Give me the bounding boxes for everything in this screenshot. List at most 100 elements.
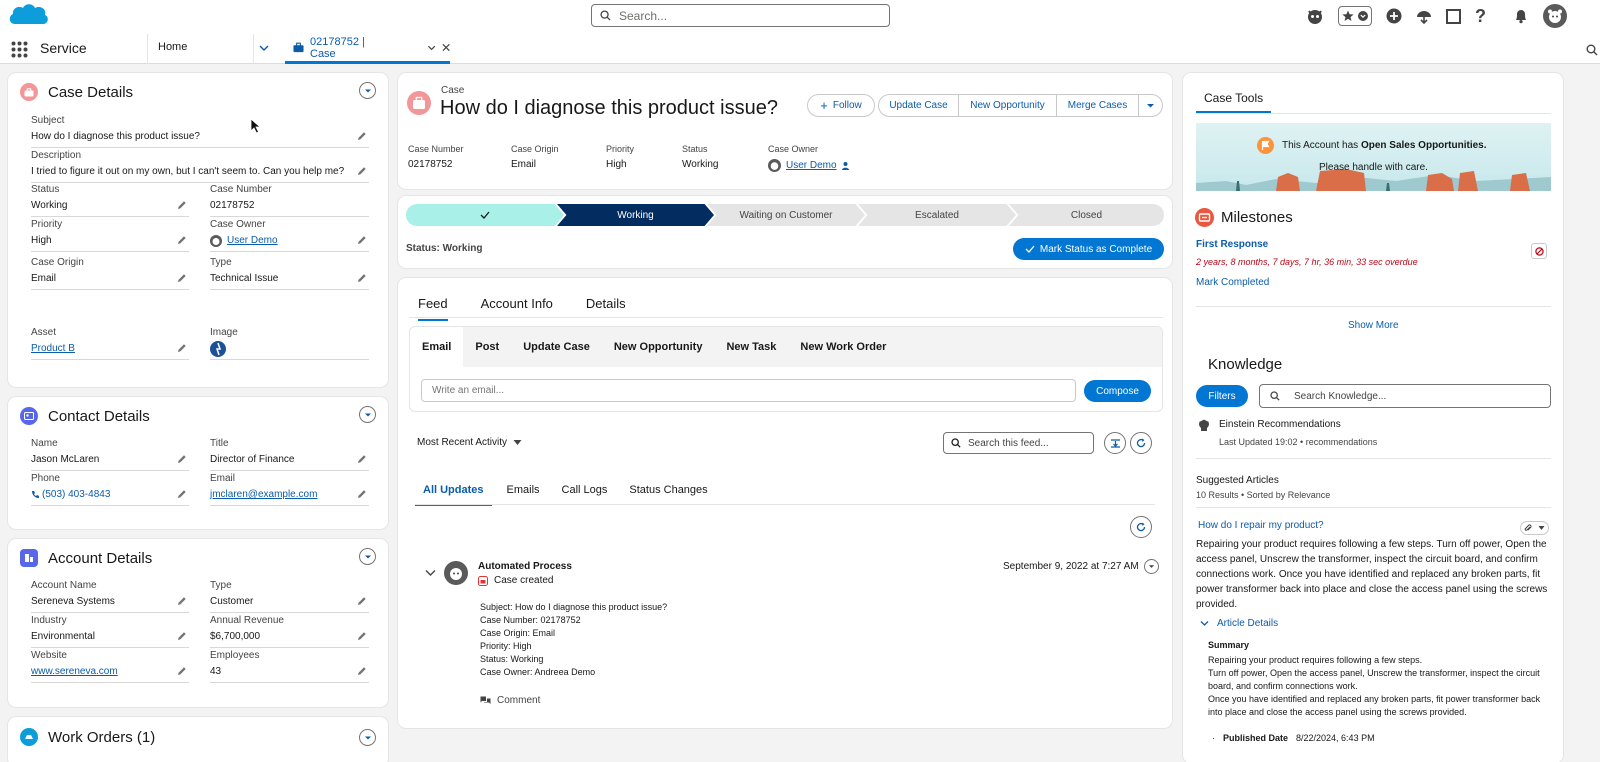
field-value: Sereneva Systems	[31, 595, 189, 613]
collapse-all-button[interactable]	[1104, 432, 1126, 454]
article-title-link[interactable]: How do I repair my product?	[1198, 520, 1324, 531]
edit-pencil-icon[interactable]	[177, 343, 187, 353]
publisher-tab-new-task[interactable]: New Task	[714, 327, 788, 367]
refresh-button[interactable]	[1130, 516, 1152, 538]
edit-pencil-icon[interactable]	[357, 666, 367, 676]
edit-pencil-icon[interactable]	[357, 273, 367, 283]
merge-cases-button[interactable]: Merge Cases	[1056, 94, 1139, 117]
card-menu-button[interactable]	[359, 82, 376, 99]
case-owner-link[interactable]: User Demo	[786, 160, 837, 171]
update-case-button[interactable]: Update Case	[878, 94, 959, 117]
search-icon[interactable]	[1586, 44, 1598, 56]
close-icon[interactable]	[442, 43, 450, 52]
edit-pencil-icon[interactable]	[177, 200, 187, 210]
filter-all-updates[interactable]: All Updates	[415, 484, 492, 506]
search-icon	[600, 10, 611, 21]
chevron-down-icon[interactable]	[427, 43, 436, 53]
edit-pencil-icon[interactable]	[357, 454, 367, 464]
edit-pencil-icon[interactable]	[177, 596, 187, 606]
feed-item-menu[interactable]	[1144, 559, 1159, 574]
notifications-bell-icon[interactable]	[1513, 8, 1529, 24]
follow-button[interactable]: + Follow	[807, 94, 875, 117]
edit-pencil-icon[interactable]	[357, 489, 367, 499]
refresh-feed-button[interactable]	[1130, 432, 1152, 454]
app-launcher-icon[interactable]	[11, 41, 28, 58]
filter-call-logs[interactable]: Call Logs	[562, 484, 608, 506]
edit-pencil-icon[interactable]	[177, 235, 187, 245]
edit-pencil-icon[interactable]	[177, 666, 187, 676]
caret-down-icon	[513, 440, 522, 445]
feed-search-input[interactable]: Search this feed...	[943, 432, 1094, 454]
setup-square-icon[interactable]	[1446, 8, 1461, 24]
add-icon[interactable]	[1386, 8, 1402, 24]
edit-pencil-icon[interactable]	[357, 131, 367, 141]
publisher-tab-new-opportunity[interactable]: New Opportunity	[602, 327, 715, 367]
filter-emails[interactable]: Emails	[507, 484, 540, 506]
card-menu-button[interactable]	[359, 729, 376, 746]
favorites-button[interactable]	[1338, 6, 1372, 26]
filter-status-changes[interactable]: Status Changes	[629, 484, 707, 506]
path-step-complete[interactable]	[406, 204, 564, 226]
highlight-label: Case Owner	[768, 144, 819, 154]
feed-author[interactable]: Automated Process	[478, 561, 572, 572]
article-details-toggle[interactable]: Article Details	[1200, 618, 1278, 629]
asset-link[interactable]: Product B	[31, 343, 75, 354]
feed-timestamp[interactable]: September 9, 2022 at 7:27 AM	[1003, 561, 1139, 572]
chevron-down-icon[interactable]	[425, 569, 436, 577]
website-link[interactable]: www.sereneva.com	[31, 666, 118, 677]
field-label: Case Origin	[31, 257, 84, 268]
tab-case[interactable]: 02178752 | Case	[285, 34, 450, 64]
tab-home[interactable]: Home	[147, 34, 254, 64]
global-search-input[interactable]: Search...	[591, 4, 890, 27]
card-menu-button[interactable]	[359, 548, 376, 565]
email-link[interactable]: jmclaren@example.com	[210, 489, 317, 500]
publisher-tab-update-case[interactable]: Update Case	[511, 327, 602, 367]
trailhead-icon[interactable]	[1416, 8, 1432, 24]
banner-line-1: This Account has Open Sales Opportunitie…	[1282, 140, 1487, 151]
knowledge-search-input[interactable]: Search Knowledge...	[1259, 384, 1551, 408]
mark-completed-link[interactable]: Mark Completed	[1196, 277, 1269, 288]
edit-pencil-icon[interactable]	[177, 454, 187, 464]
path-step-closed[interactable]: Closed	[1009, 204, 1164, 226]
comment-button[interactable]: Comment	[480, 695, 540, 706]
publisher-tab-email[interactable]: Email	[410, 327, 464, 367]
help-icon[interactable]: ?	[1475, 6, 1489, 27]
path-step-working[interactable]: Working	[557, 204, 714, 226]
more-actions-button[interactable]	[1138, 94, 1163, 117]
new-opportunity-button[interactable]: New Opportunity	[958, 94, 1057, 117]
edit-pencil-icon[interactable]	[357, 235, 367, 245]
tab-case-tools[interactable]: Case Tools	[1196, 91, 1272, 113]
salesforce-logo[interactable]	[6, 0, 50, 30]
path-step-escalated[interactable]: Escalated	[858, 204, 1016, 226]
edit-pencil-icon[interactable]	[357, 166, 367, 176]
agent-icon[interactable]	[1306, 7, 1324, 25]
milestone-name[interactable]: First Response	[1196, 239, 1268, 250]
field-value-text: How do I diagnose this product issue?	[31, 131, 200, 142]
summary-label: Summary	[1208, 640, 1250, 650]
mark-complete-button[interactable]: Mark Status as Complete	[1013, 238, 1164, 260]
edit-pencil-icon[interactable]	[357, 631, 367, 641]
card-menu-button[interactable]	[359, 406, 376, 423]
path-step-waiting[interactable]: Waiting on Customer	[707, 204, 865, 226]
card-header: Contact Details	[20, 407, 150, 425]
product-image[interactable]	[210, 340, 226, 357]
edit-pencil-icon[interactable]	[177, 489, 187, 499]
edit-pencil-icon[interactable]	[177, 273, 187, 283]
case-owner-link[interactable]: User Demo	[227, 235, 278, 246]
publisher-tab-post[interactable]: Post	[463, 327, 511, 367]
chevron-down-icon[interactable]	[258, 42, 270, 54]
knowledge-filters-button[interactable]: Filters	[1196, 385, 1248, 407]
sort-dropdown[interactable]: Most Recent Activity	[417, 437, 522, 448]
show-more-link[interactable]: Show More	[1348, 320, 1399, 331]
publisher-tab-new-work-order[interactable]: New Work Order	[788, 327, 898, 367]
edit-pencil-icon[interactable]	[357, 596, 367, 606]
feed-filter-tabs: All Updates Emails Call Logs Status Chan…	[415, 484, 741, 506]
article-actions[interactable]	[1520, 521, 1549, 535]
user-avatar[interactable]	[1543, 4, 1567, 28]
change-owner-icon[interactable]	[841, 161, 851, 170]
compose-button[interactable]: Compose	[1084, 380, 1151, 402]
edit-pencil-icon[interactable]	[177, 631, 187, 641]
phone-link[interactable]: (503) 403-4843	[42, 489, 110, 500]
email-input[interactable]	[421, 379, 1076, 402]
knowledge-title: Knowledge	[1208, 356, 1283, 373]
